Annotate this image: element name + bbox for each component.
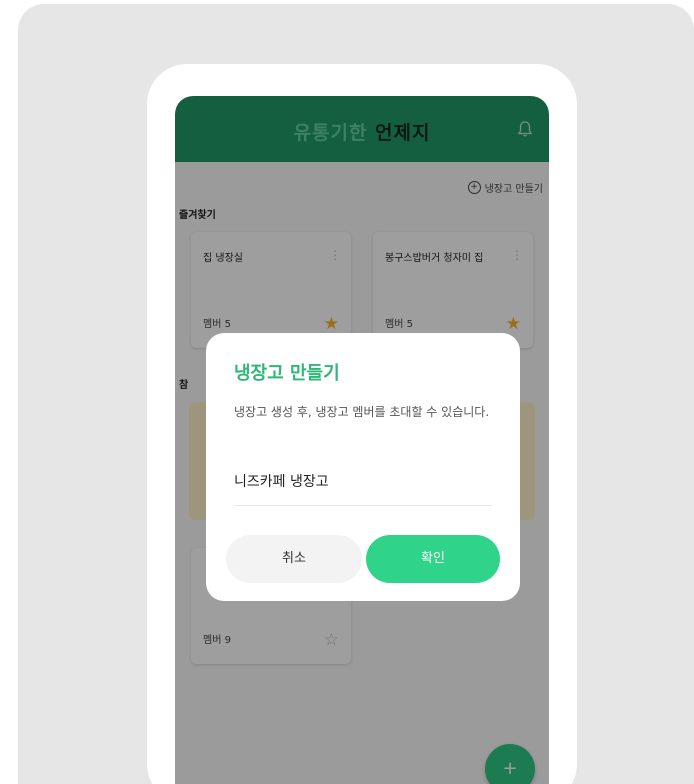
dialog-title: 냉장고 만들기 [234,363,340,384]
fridge-name-input[interactable]: 니즈카페 냉장고 [234,467,492,506]
create-fridge-dialog: 냉장고 만들기 냉장고 생성 후, 냉장고 멤버를 초대할 수 있습니다. 니즈… [206,333,520,601]
phone-frame: 유통기한 언제지 + 냉장고 만들기 즐겨찾기 집 냉장실 ⋮ 멤버 5 ★ 봉… [147,64,577,784]
confirm-button[interactable]: 확인 [366,535,500,583]
app-screen: 유통기한 언제지 + 냉장고 만들기 즐겨찾기 집 냉장실 ⋮ 멤버 5 ★ 봉… [175,96,549,784]
fridge-name-input-value: 니즈카페 냉장고 [234,474,329,490]
canvas-background: 유통기한 언제지 + 냉장고 만들기 즐겨찾기 집 냉장실 ⋮ 멤버 5 ★ 봉… [18,4,694,784]
dialog-description: 냉장고 생성 후, 냉장고 멤버를 초대할 수 있습니다. [234,405,490,419]
cancel-button[interactable]: 취소 [226,535,362,583]
